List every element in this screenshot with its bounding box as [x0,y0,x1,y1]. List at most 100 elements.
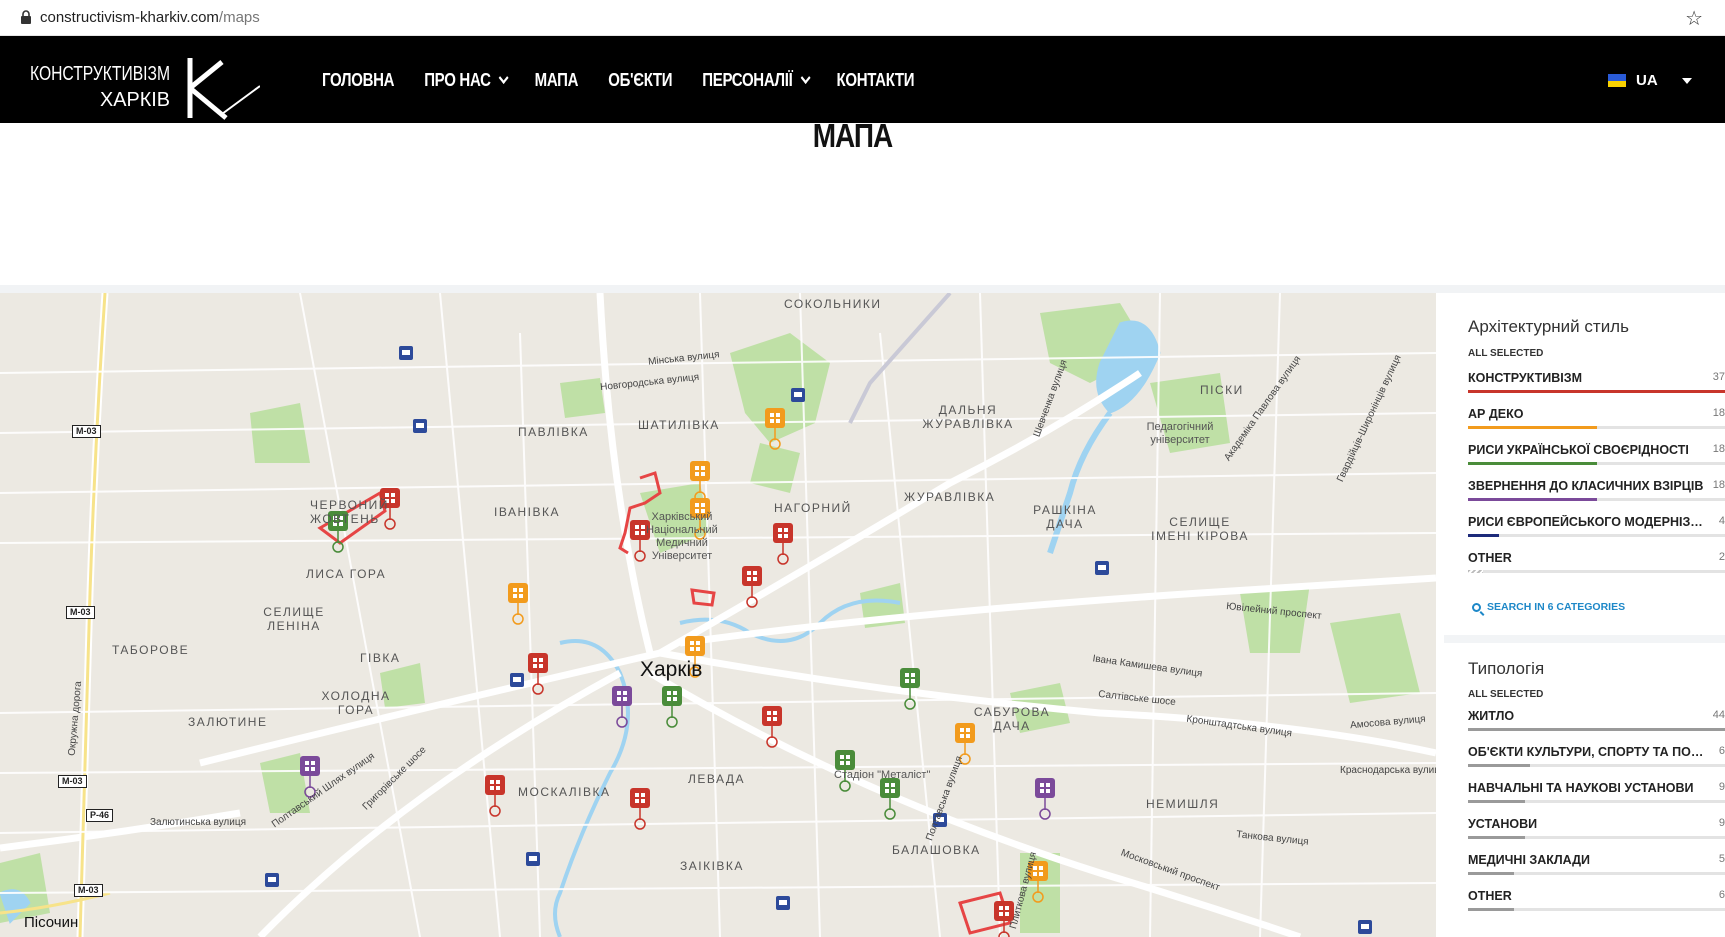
url-text[interactable]: constructivism-kharkiv.com/maps [40,9,260,26]
nav-item-label: ГОЛОВНА [322,69,395,92]
filter-category-bar [1468,800,1725,803]
building-marker-icon[interactable] [630,788,650,830]
nav-item-0[interactable]: ГОЛОВНА [322,69,395,92]
filter-category[interactable]: ОБ'ЄКТИ КУЛЬТУРИ, СПОРТУ ТА ПОБУ... 6 [1468,745,1725,781]
poi-label: Стадіон "Металіст" [834,769,931,781]
typology-filter-panel: Типологія ALL SELECTED ЖИТЛО 44 ОБ'ЄКТИ КУ… [1444,643,1725,937]
filter-category-label: УСТАНОВИ [1468,817,1538,831]
style-all-selected[interactable]: ALL SELECTED [1468,348,1543,359]
filter-category[interactable]: МЕДИЧНІ ЗАКЛАДИ 5 [1468,853,1725,889]
filter-category[interactable]: КОНСТРУКТИВІЗМ 37 [1468,371,1725,407]
chevron-down-icon [800,71,811,85]
district-label: ЗАІКІВКА [680,859,744,873]
lock-icon [21,10,31,24]
typology-all-selected[interactable]: ALL SELECTED [1468,689,1543,700]
district-label: ПАВЛІВКА [518,425,589,439]
filter-category[interactable]: РИСИ УКРАЇНСЬКОЇ СВОЄРІДНОСТІ 18 [1468,443,1725,479]
district-label: СЕЛИЩЕ ІМЕНІ КІРОВА [1151,515,1249,543]
district-label: ШАТИЛІВКА [638,418,720,432]
filter-category-label: OTHER [1468,551,1512,565]
filter-category-count: 6 [1718,745,1725,757]
district-label: ЗАЛЮТИНЕ [188,715,268,729]
road-sign: M-03 [58,775,87,788]
district-label: БАЛАШОВКА [892,843,981,857]
district-label: РАШКІНА ДАЧА [1033,503,1097,531]
filter-category[interactable]: УСТАНОВИ 9 [1468,817,1725,853]
nav-item-label: МАПА [534,69,579,92]
filter-category[interactable]: НАВЧАЛЬНІ ТА НАУКОВІ УСТАНОВИ 9 [1468,781,1725,817]
nav-item-3[interactable]: ОБ'ЄКТИ [608,70,672,91]
filter-category-count: 18 [1712,407,1725,419]
nav-item-label: КОНТАКТИ [836,69,915,92]
page-title: МАПА [812,116,894,154]
filter-category-label: РИСИ УКРАЇНСЬКОЇ СВОЄРІДНОСТІ [1468,443,1689,457]
filter-category-label: РИСИ ЄВРОПЕЙСЬКОГО МОДЕРНІЗМУ [1468,515,1708,529]
filter-category-bar-fill [1468,462,1597,465]
filter-category-count: 5 [1718,853,1725,865]
logo-text-top: КОНСТРУКТИВІЗМ [30,63,170,85]
url-path: /maps [218,9,260,26]
filter-category-label: ЖИТЛО [1468,709,1515,723]
filter-category-bar-fill [1468,728,1725,731]
filter-category-bar [1468,872,1725,875]
filter-category-count: 2 [1718,551,1725,563]
street-label: Краснодарська вулиця [1340,765,1436,776]
ukraine-flag-icon [1608,74,1626,87]
filter-category-count: 37 [1712,371,1725,383]
url-host: constructivism-kharkiv.com [40,9,219,26]
district-label: ЛЕВАДА [688,772,746,786]
filter-category-bar-fill [1468,534,1499,537]
road-sign: M-03 [66,606,95,619]
nav-item-1[interactable]: ПРО НАС [424,70,509,91]
filter-category-bar [1468,462,1725,465]
building-marker-icon[interactable] [773,523,793,565]
filter-category-label: ОБ'ЄКТИ КУЛЬТУРИ, СПОРТУ ТА ПОБУ... [1468,745,1708,759]
district-label: МОСКАЛІВКА [518,785,611,799]
filter-category-bar [1468,390,1725,393]
filter-category-count: 9 [1718,781,1725,793]
building-marker-icon[interactable] [662,686,682,728]
filter-category[interactable]: OTHER 2 [1468,551,1725,587]
filter-category-bar [1468,908,1725,911]
district-label: ІВАНІВКА [494,505,560,519]
city-label: Харків [640,658,703,681]
logo-text-bottom: ХАРКІВ [100,89,170,111]
filter-category[interactable]: АР ДЕКО 18 [1468,407,1725,443]
nav-item-4[interactable]: ПЕРСОНАЛІЇ [702,70,811,91]
district-label: САБУРОВА ДАЧА [973,705,1051,733]
transit-stop-icon [791,388,805,402]
logo-wordmark: КОНСТРУКТИВІЗМ ХАРКІВ [30,63,170,111]
filter-category[interactable]: ЖИТЛО 44 [1468,709,1725,745]
filter-category[interactable]: OTHER 6 [1468,889,1725,925]
district-label: НАГОРНИЙ [774,501,852,515]
filter-category[interactable]: РИСИ ЄВРОПЕЙСЬКОГО МОДЕРНІЗМУ 4 [1468,515,1725,551]
filter-category-label: КОНСТРУКТИВІЗМ [1468,371,1582,385]
logo-k-mark-icon [187,58,260,120]
filter-category-label: ЗВЕРНЕННЯ ДО КЛАСИЧНИХ ВЗІРЦІВ [1468,479,1704,493]
road-sign: M-03 [72,425,101,438]
city-map[interactable]: СОКОЛЬНИКИ ПАВЛІВКА ШАТИЛІВКА ДАЛЬНЯ ЖУР… [0,293,1436,937]
filter-category-bar-fill [1468,390,1725,393]
browser-address-bar[interactable]: constructivism-kharkiv.com/maps ☆ [0,0,1725,36]
language-switcher[interactable]: UA [1608,72,1692,89]
nav-item-5[interactable]: КОНТАКТИ [837,70,915,91]
transit-stop-icon [776,896,790,910]
filter-category[interactable]: ЗВЕРНЕННЯ ДО КЛАСИЧНИХ ВЗІРЦІВ 18 [1468,479,1725,515]
filter-category-bar-fill [1468,800,1525,803]
bookmark-star-icon[interactable]: ☆ [1685,6,1703,31]
building-marker-icon[interactable] [508,583,528,625]
street-label: Залютинська вулиця [150,817,246,828]
filter-category-count: 4 [1718,515,1725,527]
nav-item-2[interactable]: МАПА [535,70,579,91]
filter-category-bar-fill [1468,498,1597,501]
filter-category-label: АР ДЕКО [1468,407,1524,421]
filter-category-bar-fill [1468,908,1515,911]
filter-category-count: 18 [1712,479,1725,491]
site-logo[interactable]: КОНСТРУКТИВІЗМ ХАРКІВ [30,56,260,122]
search-categories-button[interactable]: SEARCH IN 6 CATEGORIES [1472,601,1625,613]
filter-category-count: 9 [1718,817,1725,829]
transit-stop-icon [510,673,524,687]
district-label: ЧЕРВОНИЙ ЖОВТЕНЬ [310,498,389,526]
search-icon [1472,602,1481,612]
building-marker-icon[interactable] [1035,778,1055,820]
